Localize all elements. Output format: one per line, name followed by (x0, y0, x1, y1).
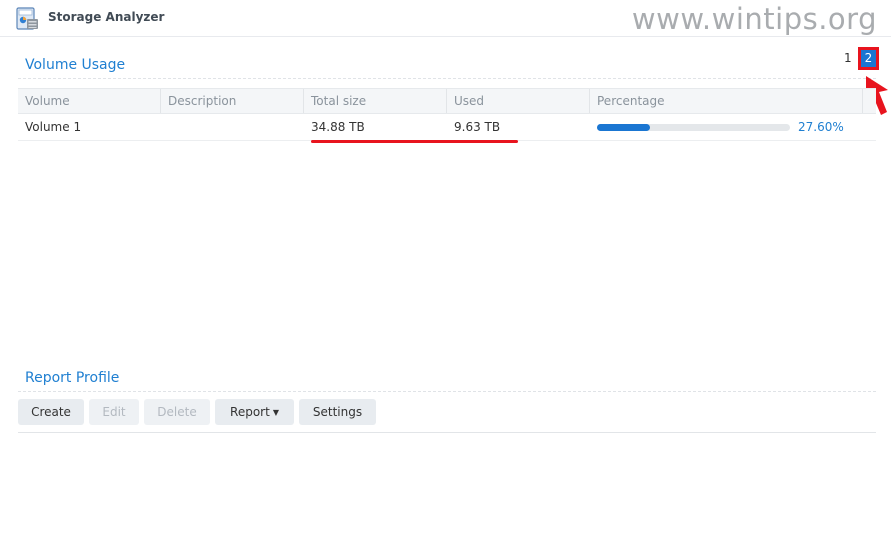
cell-volume: Volume 1 (25, 120, 82, 134)
column-header-volume[interactable]: Volume (18, 89, 161, 113)
create-button[interactable]: Create (18, 399, 84, 425)
section-separator (18, 391, 876, 392)
delete-button[interactable]: Delete (144, 399, 210, 425)
window-title: Storage Analyzer (48, 10, 165, 24)
cell-used: 9.63 TB (454, 120, 501, 134)
highlight-underline (311, 140, 518, 143)
report-button-label: Report (230, 405, 270, 419)
pager-page-2[interactable]: 2 (858, 47, 879, 70)
dropdown-caret-icon: ▼ (272, 408, 279, 417)
usage-progress-fill (597, 124, 651, 131)
report-profile-title: Report Profile (25, 370, 120, 386)
cell-description (161, 114, 304, 140)
toolbar-separator (18, 432, 876, 433)
edit-button[interactable]: Edit (89, 399, 139, 425)
title-bar: Storage Analyzer www.wintips.org (0, 0, 891, 37)
storage-analyzer-app-icon (16, 7, 38, 30)
column-header-used[interactable]: Used (447, 89, 590, 113)
column-header-total-size[interactable]: Total size (304, 89, 447, 113)
watermark-text: www.wintips.org (631, 2, 877, 36)
volume-usage-table: Volume Description Total size Used Perce… (18, 88, 876, 141)
storage-analyzer-window: Storage Analyzer www.wintips.org Volume … (0, 0, 891, 537)
section-separator (18, 78, 876, 79)
cell-percentage: 27.60% (798, 120, 844, 134)
usage-progress-bar (597, 124, 790, 131)
pager-page-1[interactable]: 1 (844, 51, 852, 65)
column-header-percentage[interactable]: Percentage (590, 89, 863, 113)
cell-total-size: 34.88 TB (311, 120, 365, 134)
report-dropdown-button[interactable]: Report ▼ (215, 399, 294, 425)
table-header: Volume Description Total size Used Perce… (18, 88, 876, 114)
settings-button[interactable]: Settings (299, 399, 376, 425)
volume-usage-title: Volume Usage (25, 57, 126, 73)
table-row[interactable]: Volume 1 34.88 TB 9.63 TB 27.60% (18, 114, 876, 141)
column-header-description[interactable]: Description (161, 89, 304, 113)
